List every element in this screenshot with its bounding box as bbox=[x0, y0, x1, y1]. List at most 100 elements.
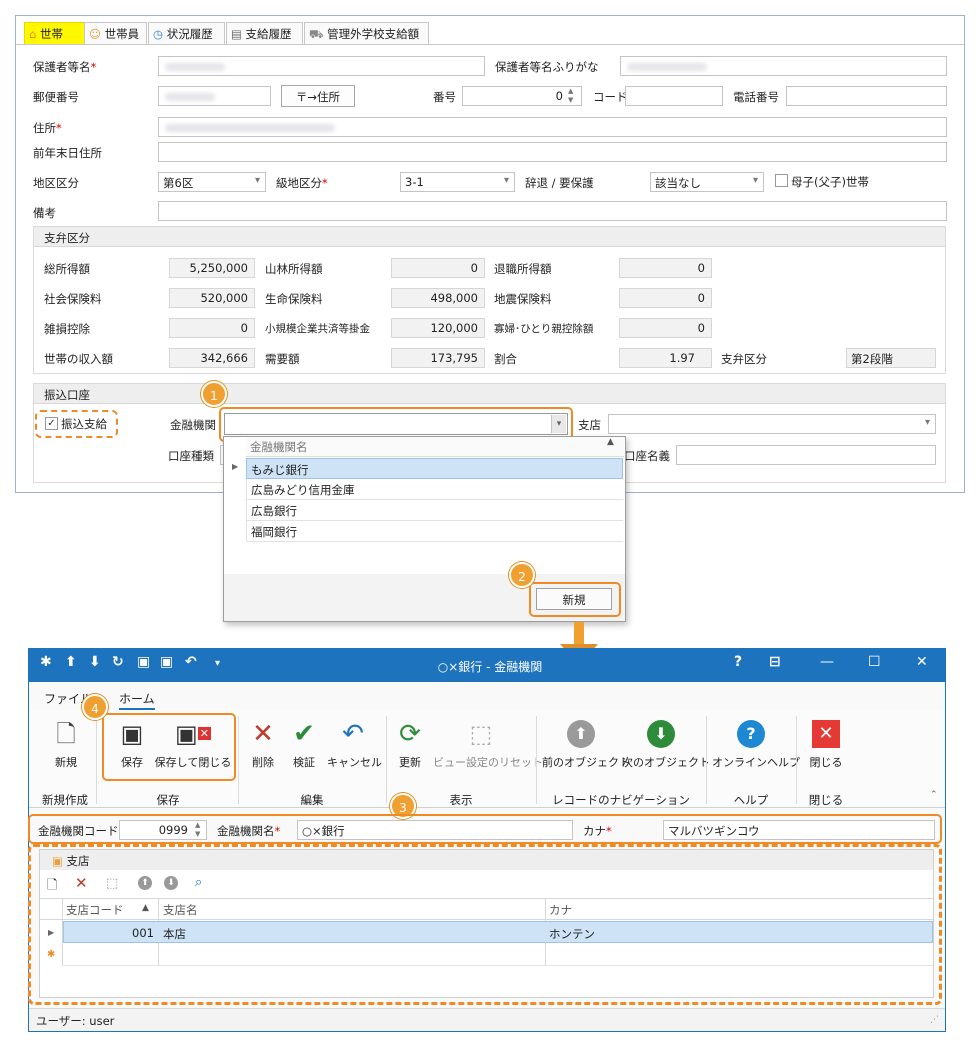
home-icon: ⌂ bbox=[29, 27, 37, 41]
phone-label: 電話番号 bbox=[733, 90, 779, 104]
remarks-label: 備考 bbox=[33, 206, 56, 220]
grade-district-select[interactable]: 3-1 bbox=[400, 172, 515, 192]
guardian-kana-label: 保護者等名ふりがな bbox=[495, 60, 599, 74]
refresh-button[interactable]: ⟳ 更新 bbox=[392, 720, 428, 770]
payment-category-value: 第2段階 bbox=[846, 348, 936, 368]
prev-address-input[interactable] bbox=[158, 142, 947, 162]
layout-icon[interactable]: ⊟ bbox=[769, 654, 781, 670]
refresh-icon: ⟳ bbox=[399, 719, 421, 749]
address-input[interactable] bbox=[158, 117, 947, 137]
dropdown-item[interactable]: 広島銀行 bbox=[246, 500, 623, 521]
maximize-icon[interactable]: ☐ bbox=[868, 654, 881, 670]
bank-name-input[interactable]: ○×銀行 bbox=[297, 820, 573, 840]
people-icon: ☺ bbox=[89, 27, 101, 41]
save-close-button[interactable]: ▣ ✕ 保存して閉じる bbox=[154, 720, 232, 770]
chevron-down-icon[interactable]: ▾ bbox=[215, 658, 220, 669]
next-object-button[interactable]: ⬇ 次のオブジェクト bbox=[622, 720, 710, 770]
save-icon[interactable]: ▣ bbox=[137, 654, 150, 670]
reset-view-icon: ⬚ bbox=[469, 720, 493, 748]
bank-code-label: 金融機関コード bbox=[38, 824, 119, 838]
dropdown-item[interactable]: 広島みどり信用金庫 bbox=[246, 479, 623, 500]
arrow-up-circle-icon[interactable]: ⬆ bbox=[65, 654, 77, 670]
payment-category-label: 支弁区分 bbox=[721, 352, 767, 366]
close-icon[interactable]: ✕ bbox=[916, 654, 928, 670]
ribbon-collapse-icon[interactable]: ⌃ bbox=[930, 790, 938, 800]
branch-search-icon[interactable]: ⌕ bbox=[195, 875, 202, 890]
bank-code-stepper[interactable]: 0999 bbox=[119, 820, 207, 840]
new-button[interactable]: 🗋 新規 bbox=[46, 720, 86, 770]
save-button[interactable]: ▣ 保存 bbox=[112, 720, 152, 770]
bank-select[interactable] bbox=[224, 413, 568, 435]
ribbon-divider bbox=[238, 716, 239, 804]
reset-view-button[interactable]: ⬚ ビュー設定のリセット bbox=[433, 720, 543, 770]
tab-external-school[interactable]: ⛟ 管理外学校支給額 bbox=[304, 22, 429, 44]
resize-grip-icon[interactable]: ⋰ bbox=[930, 1015, 939, 1025]
postal-input[interactable] bbox=[158, 86, 271, 106]
tab-status-history[interactable]: ◷ 状況履歴 bbox=[148, 22, 225, 44]
ribbon-divider bbox=[796, 716, 797, 804]
branch-new-icon[interactable]: 🗋 bbox=[47, 876, 57, 898]
payment-label: 需要額 bbox=[265, 352, 300, 366]
grid-header-name[interactable]: 支店名 bbox=[163, 902, 198, 918]
grade-district-label: 級地区分* bbox=[276, 176, 328, 190]
online-help-button[interactable]: ? オンラインヘルプ bbox=[712, 720, 800, 770]
branch-select[interactable] bbox=[608, 414, 936, 434]
table-cell-name[interactable]: 本店 bbox=[163, 926, 186, 942]
close-button[interactable]: ✕ 閉じる bbox=[806, 720, 846, 770]
stepper-arrows-icon[interactable]: ▲ ▼ bbox=[195, 821, 200, 839]
district-select[interactable]: 第6区 bbox=[158, 172, 266, 192]
step-badge-2: 2 bbox=[509, 562, 535, 588]
branch-down-icon[interactable]: ⬇ bbox=[164, 876, 178, 890]
remarks-input[interactable] bbox=[158, 201, 947, 221]
branch-up-icon[interactable]: ⬆ bbox=[138, 876, 152, 890]
arrow-down-circle-icon[interactable]: ⬇ bbox=[89, 654, 101, 670]
grid-header-kana[interactable]: カナ bbox=[549, 902, 572, 918]
branch-reset-icon[interactable]: ⬚ bbox=[106, 876, 118, 891]
ribbon-group-label: 編集 bbox=[300, 793, 324, 807]
table-cell-code[interactable]: 001 bbox=[66, 926, 154, 940]
kana-input[interactable]: マルバツギンコウ bbox=[663, 820, 935, 840]
tab-household[interactable]: ⌂ 世帯 bbox=[24, 22, 86, 44]
table-cell-kana[interactable]: ホンテン bbox=[549, 926, 595, 942]
stepper-arrows-icon[interactable]: ▲ ▼ bbox=[568, 87, 573, 105]
grid-header-code[interactable]: 支店コード bbox=[66, 902, 124, 918]
validate-button[interactable]: ✔ 検証 bbox=[286, 720, 322, 770]
decline-select[interactable]: 該当なし bbox=[650, 172, 764, 192]
refresh-icon[interactable]: ↻ bbox=[112, 654, 124, 670]
tab-strip-line bbox=[16, 44, 964, 45]
menu-home[interactable]: ホーム bbox=[119, 690, 155, 710]
ribbon-group-label: 保存 bbox=[156, 793, 180, 807]
phone-input[interactable] bbox=[786, 86, 947, 106]
help-icon[interactable]: ? bbox=[734, 654, 742, 670]
transfer-checkbox[interactable]: ✓ bbox=[45, 417, 58, 430]
account-name-input[interactable] bbox=[676, 445, 936, 465]
undo-icon[interactable]: ↶ bbox=[185, 654, 197, 670]
dropdown-new-button[interactable]: 新規 bbox=[536, 588, 612, 610]
table-row[interactable] bbox=[63, 921, 933, 943]
delete-button[interactable]: ✕ 削除 bbox=[245, 720, 281, 770]
payment-value: 498,000 bbox=[391, 288, 485, 308]
save-close-icon[interactable]: ▣ bbox=[160, 654, 173, 670]
minimize-icon[interactable]: — bbox=[820, 654, 834, 670]
dropdown-item[interactable]: 福岡銀行 bbox=[246, 521, 623, 542]
single-parent-checkbox[interactable] bbox=[775, 174, 788, 187]
dropdown-scroll-up-icon[interactable]: ▲ bbox=[607, 437, 614, 447]
prev-address-label: 前年末日住所 bbox=[33, 146, 102, 160]
gear-icon[interactable]: ✱ bbox=[40, 654, 52, 670]
guardian-name-input[interactable] bbox=[158, 56, 485, 76]
guardian-kana-input[interactable] bbox=[620, 56, 947, 76]
transfer-section-header: 振込口座 bbox=[34, 384, 945, 404]
cancel-button[interactable]: ↶ キャンセル bbox=[327, 720, 382, 770]
number-stepper[interactable]: 0 bbox=[462, 86, 582, 106]
dropdown-item[interactable]: もみじ銀行 bbox=[246, 458, 623, 479]
new-table-row[interactable] bbox=[63, 944, 933, 966]
prev-object-button[interactable]: ⬆ 前のオブジェクト bbox=[542, 720, 630, 770]
code-input[interactable] bbox=[625, 86, 723, 106]
tab-members[interactable]: ☺ 世帯員 bbox=[84, 22, 147, 44]
tab-payment-history[interactable]: ▤ 支給履歴 bbox=[226, 22, 303, 44]
postal-to-address-button[interactable]: 〒→住所 bbox=[281, 85, 355, 107]
bank-select-dropdown-button[interactable]: ▾ bbox=[551, 415, 566, 433]
branch-delete-icon[interactable]: ✕ bbox=[75, 874, 88, 892]
status-bar bbox=[29, 1008, 945, 1031]
payment-value: 520,000 bbox=[169, 288, 255, 308]
